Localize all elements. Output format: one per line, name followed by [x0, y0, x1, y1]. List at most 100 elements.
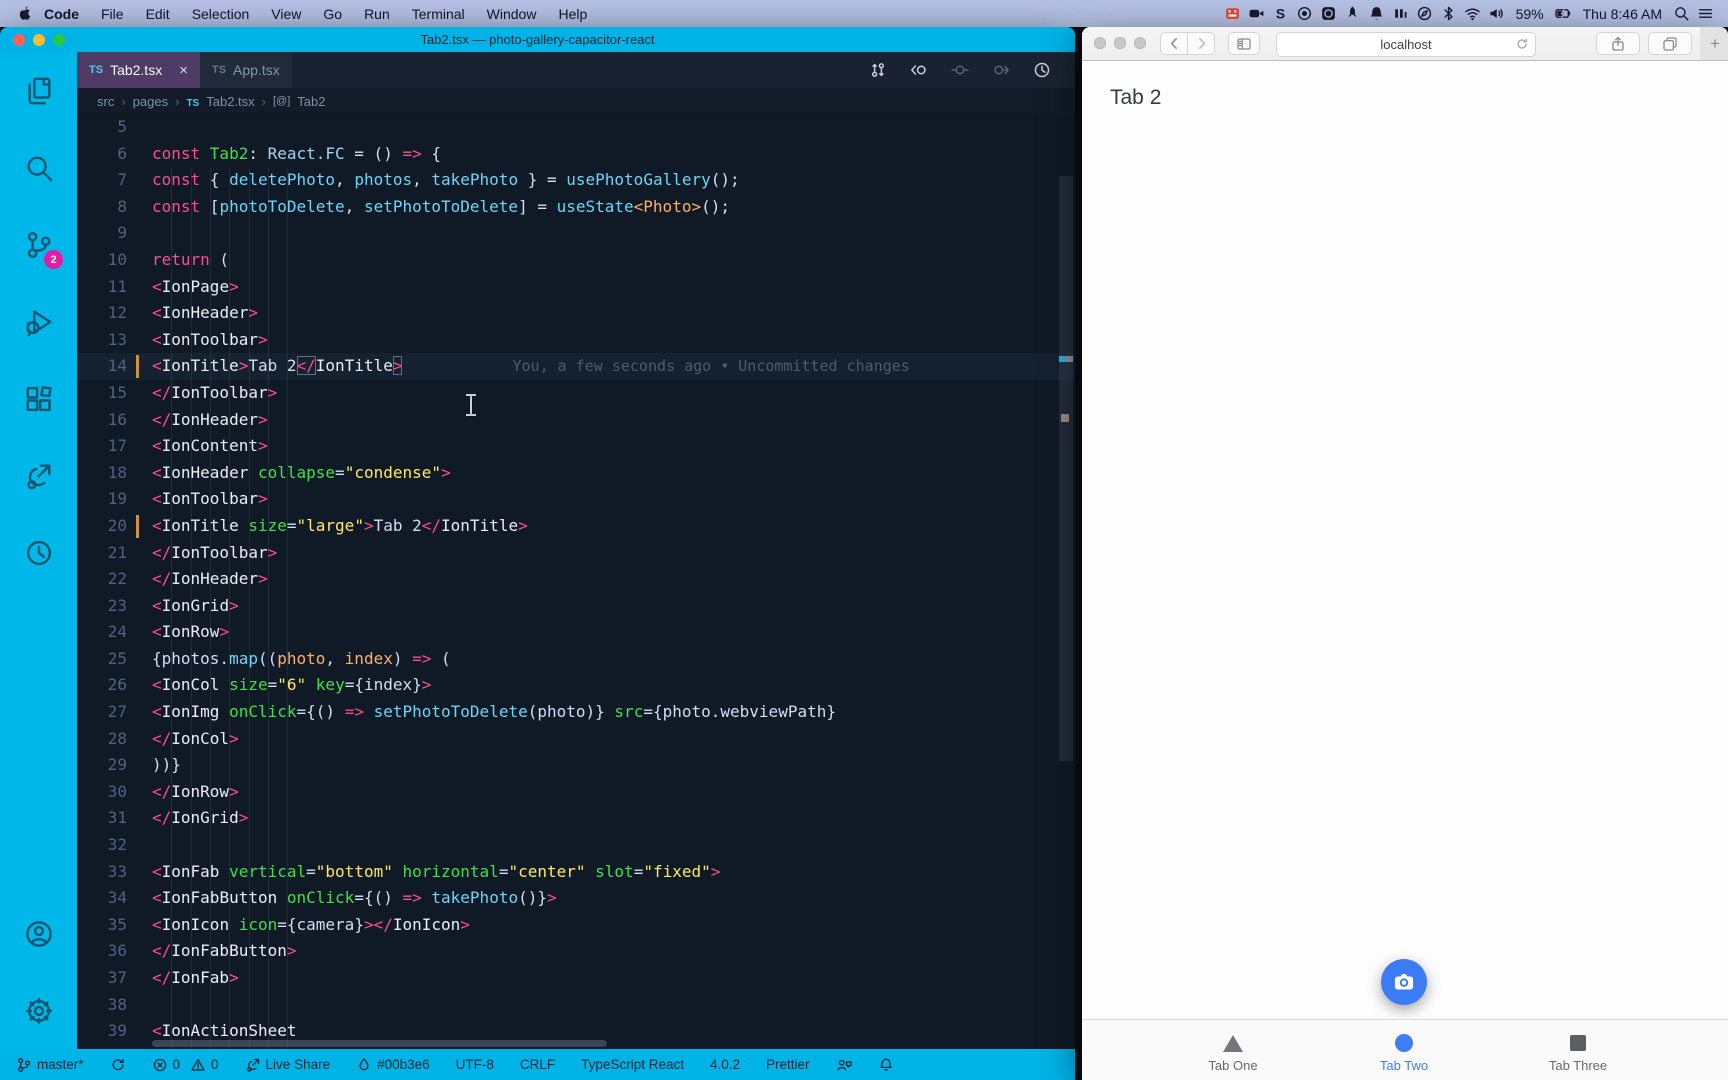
- ionic-tab-tab-three[interactable]: Tab Three: [1533, 1020, 1623, 1073]
- activity-accounts[interactable]: [0, 895, 77, 972]
- breadcrumb-item-tab2[interactable]: Tab2: [297, 94, 325, 109]
- code-editor[interactable]: 5 6 const Tab2: React.FC = () => {7 const …: [77, 114, 1075, 1049]
- code-line-10[interactable]: 10 return (: [77, 247, 1075, 274]
- bell-icon[interactable]: [1368, 5, 1385, 22]
- menu-item-code[interactable]: Code: [33, 6, 90, 22]
- activity-settings[interactable]: [0, 972, 77, 1049]
- close-tab-icon[interactable]: ×: [179, 62, 188, 79]
- videocam-icon[interactable]: [1248, 5, 1265, 22]
- back-button[interactable]: [1160, 32, 1188, 55]
- status-item-language[interactable]: TypeScript React: [581, 1057, 684, 1072]
- activity-explorer[interactable]: [0, 52, 77, 129]
- take-photo-fab[interactable]: [1381, 959, 1427, 1005]
- menu-item-window[interactable]: Window: [476, 6, 548, 22]
- fwdc-icon[interactable]: [992, 61, 1010, 79]
- code-line-5[interactable]: 5: [77, 114, 1075, 141]
- status-item-encoding[interactable]: UTF-8: [456, 1057, 494, 1072]
- breadcrumb[interactable]: src › pages › TS Tab2.tsx › [@] Tab2: [77, 88, 1075, 114]
- sidebar-toggle-button[interactable]: [1228, 32, 1260, 55]
- code-line-15[interactable]: 15 </IonToolbar>: [77, 380, 1075, 407]
- bluetooth-icon[interactable]: [1440, 5, 1457, 22]
- code-line-32[interactable]: 32: [77, 832, 1075, 859]
- status-item-eol[interactable]: CRLF: [520, 1057, 555, 1072]
- activity-extensions[interactable]: [0, 360, 77, 437]
- editor-tab-app-tsx[interactable]: TS App.tsx: [199, 52, 292, 88]
- code-line-25[interactable]: 25 {photos.map((photo, index) => (: [77, 646, 1075, 673]
- code-line-27[interactable]: 27 <IonImg onClick={() => setPhotoToDele…: [77, 699, 1075, 726]
- code-line-22[interactable]: 22 </IonHeader>: [77, 566, 1075, 593]
- timeline-icon[interactable]: [1033, 61, 1051, 79]
- forward-button[interactable]: [1187, 32, 1215, 55]
- compass-icon[interactable]: [1416, 5, 1433, 22]
- code-line-28[interactable]: 28 </IonCol>: [77, 726, 1075, 753]
- ionic-tab-tab-two[interactable]: Tab Two: [1359, 1020, 1449, 1073]
- menubar-clock[interactable]: Thu 8:46 AM: [1579, 6, 1666, 22]
- code-line-16[interactable]: 16 </IonHeader>: [77, 407, 1075, 434]
- backc-icon[interactable]: [910, 61, 928, 79]
- code-line-17[interactable]: 17 <IonContent>: [77, 433, 1075, 460]
- breadcrumb-item-pages[interactable]: pages: [133, 94, 168, 109]
- menu-item-view[interactable]: View: [260, 6, 312, 22]
- code-line-19[interactable]: 19 <IonToolbar>: [77, 486, 1075, 513]
- safari-close-button[interactable]: [1094, 37, 1106, 49]
- breadcrumb-item-tab2-tsx[interactable]: Tab2.tsx: [206, 94, 254, 109]
- code-line-23[interactable]: 23 <IonGrid>: [77, 593, 1075, 620]
- status-item-ts-version[interactable]: 4.0.2: [710, 1057, 740, 1072]
- activity-live-share[interactable]: [0, 437, 77, 514]
- compare-icon[interactable]: [869, 61, 887, 79]
- menu-item-help[interactable]: Help: [547, 6, 598, 22]
- apple-icon[interactable]: [16, 5, 33, 22]
- breadcrumb-item-src[interactable]: src: [97, 94, 114, 109]
- code-line-8[interactable]: 8 const [photoToDelete, setPhotoToDelete…: [77, 194, 1075, 221]
- code-line-18[interactable]: 18 <IonHeader collapse="condense">: [77, 460, 1075, 487]
- horizontal-scrollbar[interactable]: [152, 1040, 607, 1047]
- menu-item-selection[interactable]: Selection: [181, 6, 261, 22]
- code-line-20[interactable]: 20 <IonTitle size="large">Tab 2</IonTitl…: [77, 513, 1075, 540]
- code-line-13[interactable]: 13 <IonToolbar>: [77, 327, 1075, 354]
- show-tabs-button[interactable]: [1648, 32, 1692, 55]
- code-line-36[interactable]: 36 </IonFabButton>: [77, 938, 1075, 965]
- status-item-live-share[interactable]: Live Share: [245, 1057, 330, 1073]
- menu-item-file[interactable]: File: [90, 6, 135, 22]
- code-line-35[interactable]: 35 <IonIcon icon={camera}></IonIcon>: [77, 912, 1075, 939]
- code-line-29[interactable]: 29 ))}: [77, 752, 1075, 779]
- battery-icon[interactable]: [1554, 5, 1572, 22]
- code-line-38[interactable]: 38: [77, 992, 1075, 1019]
- centerc-icon[interactable]: [951, 61, 969, 79]
- code-line-24[interactable]: 24 <IonRow>: [77, 619, 1075, 646]
- code-line-26[interactable]: 26 <IonCol size="6" key={index}>: [77, 672, 1075, 699]
- safari-minimize-button[interactable]: [1114, 37, 1126, 49]
- editor-tab-tab2-tsx[interactable]: TS Tab2.tsx ×: [77, 52, 200, 88]
- volume-icon[interactable]: [1488, 5, 1505, 22]
- new-tab-button[interactable]: +: [1700, 27, 1728, 60]
- rocket-icon[interactable]: [1344, 5, 1361, 22]
- code-line-37[interactable]: 37 </IonFab>: [77, 965, 1075, 992]
- activity-run-debug[interactable]: [0, 283, 77, 360]
- film-icon[interactable]: [1224, 5, 1241, 22]
- status-item-errors[interactable]: 0: [152, 1057, 180, 1073]
- status-item-feedback[interactable]: [836, 1057, 852, 1073]
- code-line-21[interactable]: 21 </IonToolbar>: [77, 540, 1075, 567]
- activity-source-control[interactable]: 2: [0, 206, 77, 283]
- record-icon[interactable]: [1296, 5, 1313, 22]
- activity-timeline[interactable]: [0, 514, 77, 591]
- s-icon[interactable]: S: [1272, 5, 1289, 22]
- code-line-9[interactable]: 9: [77, 220, 1075, 247]
- safari-zoom-button[interactable]: [1134, 37, 1146, 49]
- search-icon[interactable]: [1673, 5, 1690, 22]
- ionic-tab-tab-one[interactable]: Tab One: [1188, 1020, 1278, 1073]
- status-item-formatter[interactable]: Prettier: [766, 1057, 810, 1072]
- status-item-sync[interactable]: [110, 1057, 126, 1073]
- menu-item-edit[interactable]: Edit: [135, 6, 181, 22]
- code-line-12[interactable]: 12 <IonHeader>: [77, 300, 1075, 327]
- screenrec-icon[interactable]: [1320, 5, 1337, 22]
- code-line-34[interactable]: 34 <IonFabButton onClick={() => takePhot…: [77, 885, 1075, 912]
- vscode-titlebar[interactable]: Tab2.tsx — photo-gallery-capacitor-react: [0, 27, 1075, 52]
- code-line-14[interactable]: 14 <IonTitle>Tab 2</IonTitle> You, a few …: [77, 353, 1075, 380]
- menu-item-terminal[interactable]: Terminal: [401, 6, 476, 22]
- status-item-branch[interactable]: master*: [16, 1057, 84, 1073]
- status-item-notifications[interactable]: [878, 1057, 894, 1073]
- list-icon[interactable]: [1697, 5, 1714, 22]
- pause-icon[interactable]: [1392, 5, 1409, 22]
- vertical-scrollbar[interactable]: [1059, 176, 1073, 761]
